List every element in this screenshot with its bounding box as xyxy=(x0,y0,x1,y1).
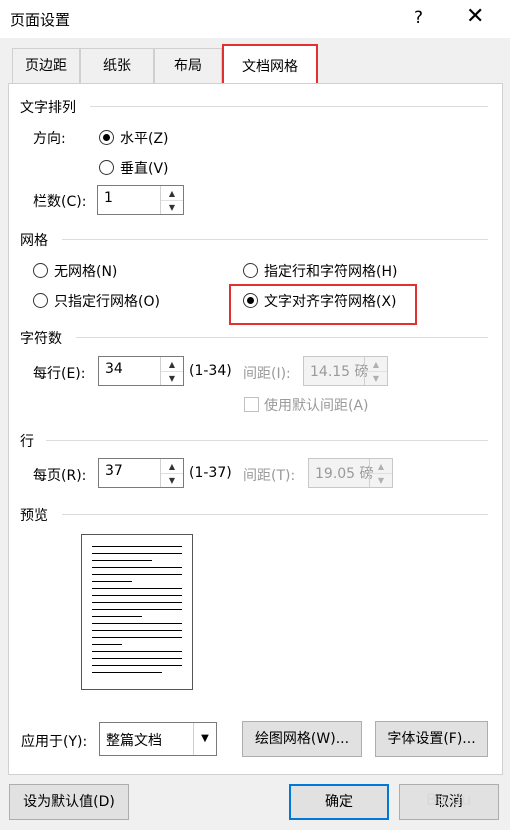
no-grid-label[interactable]: 无网格(N) xyxy=(54,261,117,281)
line-grid-only-label[interactable]: 只指定行网格(O) xyxy=(54,291,160,311)
chars-per-line-spinner[interactable]: 34 ▲ ▼ xyxy=(98,356,184,386)
spin-down-icon[interactable]: ▼ xyxy=(161,473,183,487)
default-pitch-label: 使用默认间距(A) xyxy=(264,398,369,414)
spin-down-icon: ▼ xyxy=(372,374,380,383)
help-icon[interactable]: ? xyxy=(414,8,423,28)
preview-line xyxy=(92,630,182,631)
preview-line xyxy=(92,609,182,610)
preview-line xyxy=(92,637,182,638)
spin-down-icon[interactable]: ▼ xyxy=(161,371,183,385)
chevron-down-icon[interactable]: ▼ xyxy=(193,723,216,755)
spin-up-icon[interactable]: ▲ xyxy=(161,459,183,474)
preview-line xyxy=(92,567,182,568)
per-page-label: 每页(R): xyxy=(33,468,87,484)
drawing-grid-button[interactable]: 绘图网格(W)... xyxy=(242,721,362,757)
line-pitch-value: 19.05 磅 xyxy=(315,466,374,482)
apply-to-value[interactable]: 整篇文档 xyxy=(106,730,162,750)
watermark: Baidu xyxy=(426,790,472,809)
default-pitch-checkbox xyxy=(244,397,259,412)
char-pitch-value: 14.15 磅 xyxy=(310,364,369,380)
tab-paper[interactable]: 纸张 xyxy=(80,48,154,83)
preview-line xyxy=(92,560,152,561)
preview-line xyxy=(92,616,142,617)
radio-vertical[interactable] xyxy=(99,160,114,175)
preview-line xyxy=(92,602,182,603)
char-pitch-label: 间距(I): xyxy=(243,366,291,382)
per-line-label: 每行(E): xyxy=(33,366,86,382)
preview-line xyxy=(92,623,182,624)
preview-line xyxy=(92,651,182,652)
radio-snap-to-char-grid[interactable] xyxy=(243,293,258,308)
divider xyxy=(62,239,488,240)
preview-line xyxy=(92,595,182,596)
font-settings-button[interactable]: 字体设置(F)... xyxy=(375,721,488,757)
set-default-button[interactable]: 设为默认值(D) xyxy=(9,784,129,820)
divider xyxy=(90,106,488,107)
divider xyxy=(62,514,488,515)
radio-line-and-char-grid[interactable] xyxy=(243,263,258,278)
radio-horizontal[interactable] xyxy=(99,130,114,145)
preview-line xyxy=(92,581,132,582)
spin-down-icon: ▼ xyxy=(377,476,385,485)
divider xyxy=(76,337,488,338)
ok-button[interactable]: 确定 xyxy=(289,784,389,820)
line-pitch-label: 间距(T): xyxy=(243,468,296,484)
preview-line xyxy=(92,644,122,645)
spin-up-icon: ▲ xyxy=(365,357,387,372)
preview-line xyxy=(92,665,182,666)
snap-to-char-grid-label[interactable]: 文字对齐字符网格(X) xyxy=(264,291,397,311)
columns-label: 栏数(C): xyxy=(33,194,87,210)
tab-margins[interactable]: 页边距 xyxy=(12,48,80,83)
lines-per-page-spinner[interactable]: 37 ▲ ▼ xyxy=(98,458,184,488)
section-preview: 预览 xyxy=(20,508,48,524)
apply-to-select[interactable]: 整篇文档 ▼ xyxy=(99,722,217,756)
spin-up-icon[interactable]: ▲ xyxy=(161,186,183,201)
per-line-range: (1-34) xyxy=(189,363,232,379)
preview-line xyxy=(92,672,162,673)
horizontal-label[interactable]: 水平(Z) xyxy=(120,128,169,148)
char-pitch-spinner: 14.15 磅 ▲ ▼ xyxy=(303,356,388,386)
section-characters: 字符数 xyxy=(20,331,62,347)
preview-line xyxy=(92,588,182,589)
section-lines: 行 xyxy=(20,434,34,450)
title-bar xyxy=(0,0,510,38)
apply-to-label: 应用于(Y): xyxy=(21,734,88,750)
direction-label: 方向: xyxy=(33,131,66,147)
vertical-label[interactable]: 垂直(V) xyxy=(120,158,169,178)
close-icon[interactable]: ✕ xyxy=(466,4,484,29)
tab-layout[interactable]: 布局 xyxy=(154,48,222,83)
preview-line xyxy=(92,658,182,659)
preview-line xyxy=(92,546,182,547)
chars-per-line-value[interactable]: 34 xyxy=(105,361,123,377)
columns-spinner[interactable]: 1 ▲ ▼ xyxy=(97,185,184,215)
radio-no-grid[interactable] xyxy=(33,263,48,278)
preview-line xyxy=(92,574,182,575)
page-preview xyxy=(81,534,193,690)
dialog-title: 页面设置 xyxy=(10,11,71,29)
spin-down-icon[interactable]: ▼ xyxy=(161,200,183,214)
radio-line-grid-only[interactable] xyxy=(33,293,48,308)
line-and-char-grid-label[interactable]: 指定行和字符网格(H) xyxy=(264,261,397,281)
line-pitch-spinner: 19.05 磅 ▲ ▼ xyxy=(308,458,393,488)
preview-line xyxy=(92,553,182,554)
spin-up-icon[interactable]: ▲ xyxy=(161,357,183,372)
section-text-direction: 文字排列 xyxy=(20,100,76,116)
per-page-range: (1-37) xyxy=(189,465,232,481)
lines-per-page-value[interactable]: 37 xyxy=(105,463,123,479)
divider xyxy=(46,440,488,441)
section-grid: 网格 xyxy=(20,233,48,249)
spin-up-icon: ▲ xyxy=(370,459,392,474)
tab-document-grid[interactable]: 文档网格 xyxy=(222,44,318,88)
columns-value[interactable]: 1 xyxy=(104,190,113,206)
